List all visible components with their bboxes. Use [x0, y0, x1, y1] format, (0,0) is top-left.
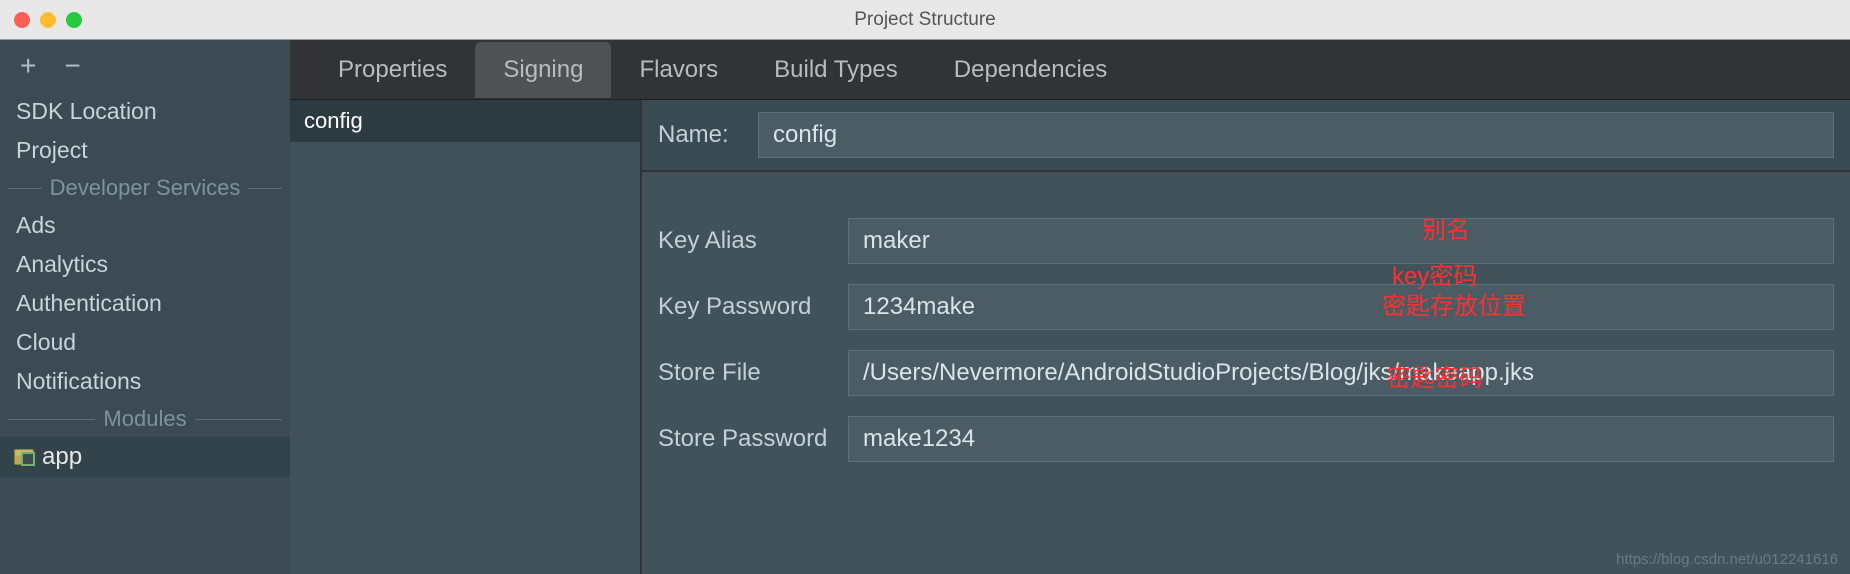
- sidebar-item-authentication[interactable]: Authentication: [0, 284, 290, 323]
- sidebar-item-analytics[interactable]: Analytics: [0, 245, 290, 284]
- store-password-label: Store Password: [658, 425, 848, 453]
- section-developer-services: Developer Services: [0, 170, 290, 206]
- sidebar: + − SDK Location Project Developer Servi…: [0, 40, 290, 574]
- titlebar: Project Structure: [0, 0, 1850, 40]
- panels: config Name: Key Alias Key Password Stor: [290, 100, 1850, 574]
- tab-dependencies[interactable]: Dependencies: [926, 42, 1135, 98]
- name-input[interactable]: [758, 112, 1834, 158]
- sidebar-item-sdk-location[interactable]: SDK Location: [0, 92, 290, 131]
- watermark: https://blog.csdn.net/u012241616: [1616, 551, 1838, 568]
- store-password-input[interactable]: [848, 416, 1834, 462]
- key-alias-row: Key Alias: [642, 208, 1850, 274]
- traffic-lights: [14, 12, 82, 28]
- store-file-row: Store File: [642, 340, 1850, 406]
- tab-signing[interactable]: Signing: [475, 42, 611, 98]
- main-area: + − SDK Location Project Developer Servi…: [0, 40, 1850, 574]
- store-file-label: Store File: [658, 359, 848, 387]
- key-alias-label: Key Alias: [658, 227, 848, 255]
- sidebar-item-ads[interactable]: Ads: [0, 206, 290, 245]
- module-label: app: [42, 443, 82, 471]
- name-row: Name:: [642, 100, 1850, 172]
- key-alias-input[interactable]: [848, 218, 1834, 264]
- zoom-button[interactable]: [66, 12, 82, 28]
- sidebar-item-project[interactable]: Project: [0, 131, 290, 170]
- remove-button[interactable]: −: [64, 52, 80, 80]
- config-list: config: [290, 100, 640, 574]
- store-password-row: Store Password: [642, 406, 1850, 472]
- add-button[interactable]: +: [20, 52, 36, 80]
- content: Properties Signing Flavors Build Types D…: [290, 40, 1850, 574]
- config-item[interactable]: config: [290, 100, 640, 142]
- sidebar-tools: + −: [0, 40, 290, 92]
- module-icon: [14, 449, 34, 465]
- close-button[interactable]: [14, 12, 30, 28]
- key-password-label: Key Password: [658, 293, 848, 321]
- form-panel: Name: Key Alias Key Password Store File: [640, 100, 1850, 574]
- section-modules: Modules: [0, 401, 290, 437]
- name-label: Name:: [658, 121, 758, 149]
- tab-properties[interactable]: Properties: [310, 42, 475, 98]
- store-file-input[interactable]: [848, 350, 1834, 396]
- tab-flavors[interactable]: Flavors: [611, 42, 746, 98]
- module-item-app[interactable]: app: [0, 437, 290, 477]
- tab-build-types[interactable]: Build Types: [746, 42, 926, 98]
- sidebar-item-cloud[interactable]: Cloud: [0, 323, 290, 362]
- tabs: Properties Signing Flavors Build Types D…: [290, 40, 1850, 100]
- key-password-input[interactable]: [848, 284, 1834, 330]
- minimize-button[interactable]: [40, 12, 56, 28]
- window-title: Project Structure: [0, 9, 1850, 31]
- key-password-row: Key Password: [642, 274, 1850, 340]
- sidebar-item-notifications[interactable]: Notifications: [0, 362, 290, 401]
